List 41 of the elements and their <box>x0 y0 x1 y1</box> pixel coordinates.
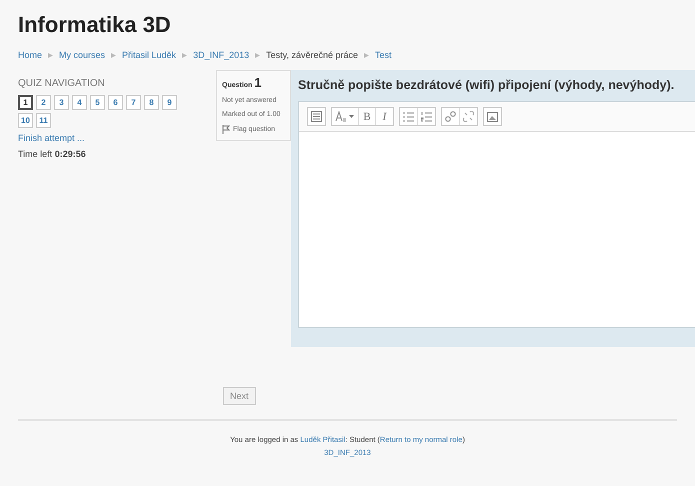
question-text: Stručně popište bezdrátové (wifi) připojení (výhody, nevýhody). <box>298 78 676 92</box>
breadcrumb-link[interactable]: Test <box>375 50 392 60</box>
flag-icon <box>222 125 230 134</box>
question-button[interactable]: 9 <box>162 95 177 110</box>
toolbar-icon <box>311 111 322 122</box>
font-style-icon <box>335 111 355 122</box>
breadcrumb-link[interactable]: Přitasil Luděk <box>122 50 176 60</box>
question-button[interactable]: 10 <box>18 113 33 128</box>
separator-icon <box>181 52 188 58</box>
question-button[interactable]: 3 <box>54 95 69 110</box>
question-button[interactable]: 11 <box>36 113 51 128</box>
image-icon <box>487 112 498 122</box>
finish-attempt-link[interactable]: Finish attempt ... <box>18 133 216 143</box>
question-button[interactable]: 6 <box>108 95 123 110</box>
block-heading: QUIZ NAVIGATION <box>18 78 106 89</box>
breadcrumb-link[interactable]: Home <box>18 50 42 60</box>
question-button[interactable]: 4 <box>72 95 87 110</box>
time-left: Time left 0:29:56 <box>18 149 87 159</box>
unlink-button[interactable] <box>460 108 477 125</box>
bullet-list-icon <box>403 112 414 122</box>
toolbar-toggle-button[interactable] <box>308 108 325 125</box>
question-button[interactable]: 5 <box>90 95 105 110</box>
broken-chain-icon <box>463 111 474 122</box>
separator-icon <box>47 52 54 58</box>
numbered-list-icon <box>421 112 432 122</box>
question-button[interactable]: 8 <box>144 95 159 110</box>
breadcrumb-current: Testy, závěrečné práce <box>266 50 358 60</box>
site-title: Informatika 3D <box>18 12 172 38</box>
chain-icon <box>445 111 456 122</box>
answer-editor[interactable]: B I <box>298 101 695 328</box>
separator-icon <box>254 52 262 58</box>
next-button[interactable]: Next <box>223 387 256 405</box>
link-button[interactable] <box>442 108 460 125</box>
separator-icon <box>110 52 118 58</box>
separator-icon <box>363 52 370 58</box>
question-button[interactable]: 1 <box>18 95 33 110</box>
breadcrumb-link[interactable]: My courses <box>59 50 106 60</box>
question-button[interactable]: 2 <box>36 95 51 110</box>
question-button[interactable]: 7 <box>126 95 141 110</box>
bullet-list-button[interactable] <box>400 108 418 125</box>
breadcrumb-link[interactable]: 3D_INF_2013 <box>193 50 250 60</box>
